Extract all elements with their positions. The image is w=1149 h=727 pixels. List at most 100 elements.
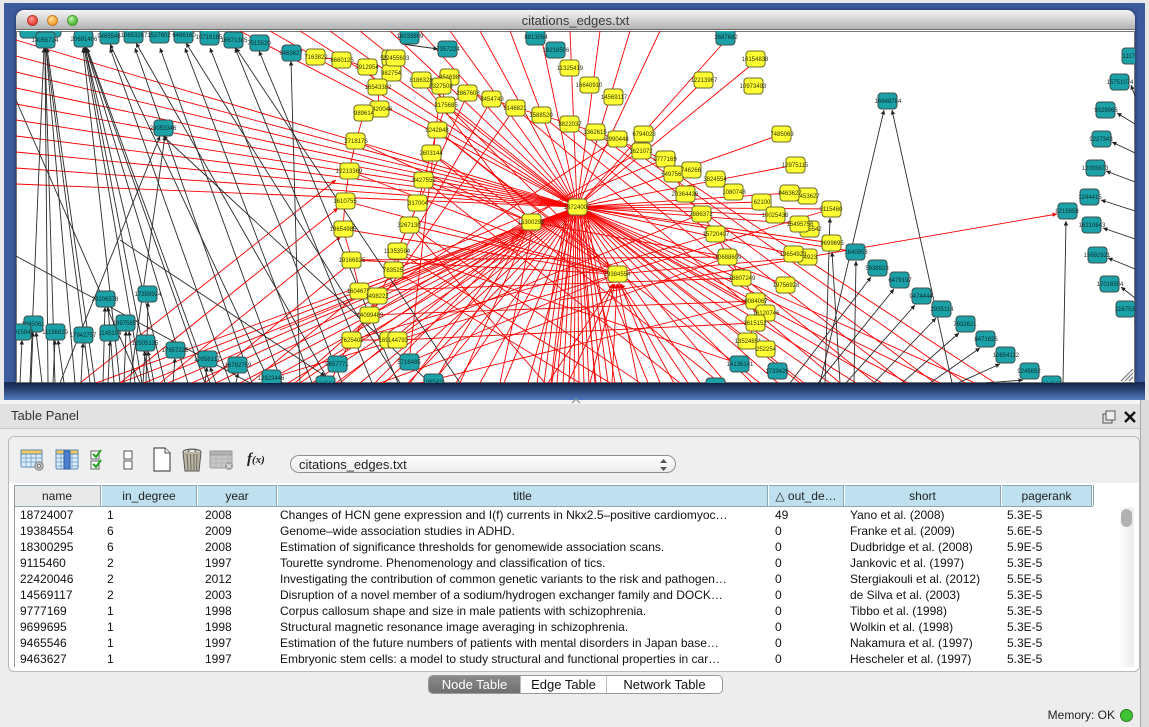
svg-text:9227343: 9227343 <box>1089 137 1113 143</box>
svg-text:144793: 144793 <box>388 338 409 344</box>
svg-text:10653267: 10653267 <box>121 33 148 39</box>
svg-text:16648784: 16648784 <box>875 99 902 105</box>
svg-text:3267130: 3267130 <box>397 223 421 229</box>
svg-text:317004: 317004 <box>408 201 429 207</box>
svg-text:3915941: 3915941 <box>10 330 34 336</box>
svg-text:16671385: 16671385 <box>221 38 248 44</box>
svg-text:9699695: 9699695 <box>820 241 844 247</box>
svg-text:17016504: 17016504 <box>1097 282 1124 288</box>
svg-text:12213967: 12213967 <box>691 78 718 84</box>
svg-text:16782759: 16782759 <box>225 363 252 369</box>
svg-text:14099489: 14099489 <box>357 313 384 319</box>
svg-text:3912954: 3912954 <box>355 65 379 71</box>
svg-text:11353594: 11353594 <box>384 249 411 255</box>
svg-text:10958117: 10958117 <box>194 357 221 363</box>
svg-text:982754: 982754 <box>381 71 402 77</box>
svg-text:2718176: 2718176 <box>344 139 368 145</box>
svg-text:7632621: 7632621 <box>953 322 977 328</box>
svg-text:17359924: 17359924 <box>135 292 162 298</box>
svg-text:9463627: 9463627 <box>778 191 802 197</box>
svg-text:16543382: 16543382 <box>365 85 392 91</box>
svg-text:8215958: 8215958 <box>1055 209 1079 215</box>
svg-text:1065411: 1065411 <box>423 380 447 386</box>
svg-text:252254: 252254 <box>756 347 777 353</box>
svg-text:1588520: 1588520 <box>529 113 553 119</box>
svg-text:8427552: 8427552 <box>412 178 436 184</box>
svg-text:17942757: 17942757 <box>70 333 97 339</box>
svg-text:12923446: 12923446 <box>258 376 285 382</box>
svg-text:1362615: 1362615 <box>583 130 607 136</box>
svg-text:19218506: 19218506 <box>543 48 570 54</box>
svg-text:20364436: 20364436 <box>672 192 699 198</box>
svg-text:11156829: 11156829 <box>42 330 68 336</box>
svg-text:16033809: 16033809 <box>397 34 424 40</box>
svg-text:19166825: 19166825 <box>339 258 366 264</box>
svg-text:17957225: 17957225 <box>162 348 189 354</box>
svg-text:14055724: 14055724 <box>32 38 59 44</box>
svg-text:9245652: 9245652 <box>1017 369 1041 375</box>
svg-text:9777169: 9777169 <box>653 157 677 163</box>
svg-text:9463627: 9463627 <box>279 51 303 57</box>
svg-text:5716485: 5716485 <box>397 360 421 366</box>
svg-text:19384554: 19384554 <box>604 272 631 278</box>
svg-text:20206578: 20206578 <box>92 297 119 303</box>
svg-text:129234: 129234 <box>706 384 727 390</box>
svg-text:1244415: 1244415 <box>1078 195 1102 201</box>
svg-text:8660125: 8660125 <box>330 58 354 64</box>
svg-text:12505135: 12505135 <box>132 341 159 347</box>
svg-text:15692921: 15692921 <box>1084 253 1111 259</box>
svg-text:22455603: 22455603 <box>383 56 410 62</box>
svg-text:10688609: 10688609 <box>715 255 742 261</box>
svg-text:3175685: 3175685 <box>434 103 458 109</box>
svg-text:29053346: 29053346 <box>150 126 177 132</box>
svg-text:7357224: 7357224 <box>436 47 460 53</box>
svg-text:15300293: 15300293 <box>518 220 545 226</box>
svg-text:1733426: 1733426 <box>765 369 789 375</box>
svg-text:12213369: 12213369 <box>336 169 363 175</box>
svg-text:9327508: 9327508 <box>429 84 453 90</box>
svg-text:7163822: 7163822 <box>304 55 328 61</box>
svg-text:10973493: 10973493 <box>740 84 767 90</box>
svg-text:2687682: 2687682 <box>714 35 738 41</box>
svg-text:9146821: 9146821 <box>503 106 527 112</box>
svg-text:14569117: 14569117 <box>601 95 628 101</box>
svg-text:9242848: 9242848 <box>425 128 449 134</box>
svg-text:116753: 116753 <box>1115 307 1135 313</box>
svg-text:8813054: 8813054 <box>524 35 548 41</box>
svg-text:9465546: 9465546 <box>97 34 121 40</box>
svg-text:62100: 62100 <box>754 200 771 206</box>
svg-text:10719185: 10719185 <box>196 35 223 41</box>
svg-text:1621072: 1621072 <box>629 149 653 155</box>
svg-text:19975857: 19975857 <box>113 321 140 327</box>
svg-text:19654985: 19654985 <box>330 227 357 233</box>
svg-text:10654112: 10654112 <box>993 353 1020 359</box>
svg-text:6479197: 6479197 <box>888 278 912 284</box>
svg-text:1080748: 1080748 <box>722 190 746 196</box>
svg-text:8990448: 8990448 <box>605 137 629 143</box>
svg-text:2603144: 2603144 <box>419 151 443 157</box>
svg-text:19756928: 19756928 <box>773 283 800 289</box>
svg-text:8454749: 8454749 <box>480 97 504 103</box>
svg-text:111750: 111750 <box>1122 54 1142 60</box>
svg-text:5938923: 5938923 <box>865 266 889 272</box>
svg-text:989614: 989614 <box>354 111 375 117</box>
svg-text:6466160: 6466160 <box>172 33 196 39</box>
svg-text:15495756: 15495756 <box>787 222 814 228</box>
svg-text:7515520: 7515520 <box>247 41 271 47</box>
svg-text:16154838: 16154838 <box>742 57 769 63</box>
svg-text:7625402: 7625402 <box>340 338 364 344</box>
svg-text:1527602: 1527602 <box>147 33 171 39</box>
svg-text:9084067: 9084067 <box>744 299 768 305</box>
svg-text:18724007: 18724007 <box>564 205 591 211</box>
svg-text:746266: 746266 <box>681 168 702 174</box>
svg-text:14136141: 14136141 <box>727 362 754 368</box>
svg-text:3824554: 3824554 <box>703 177 727 183</box>
svg-text:6794028: 6794028 <box>632 132 656 138</box>
svg-text:2935114: 2935114 <box>931 307 955 313</box>
svg-text:1498222: 1498222 <box>365 294 389 300</box>
svg-text:1145194: 1145194 <box>99 331 123 337</box>
svg-text:16210643: 16210643 <box>1079 223 1106 229</box>
svg-text:9329966: 9329966 <box>1094 108 1118 114</box>
svg-text:15720407: 15720407 <box>703 232 730 238</box>
svg-text:7886372: 7886372 <box>689 212 713 218</box>
